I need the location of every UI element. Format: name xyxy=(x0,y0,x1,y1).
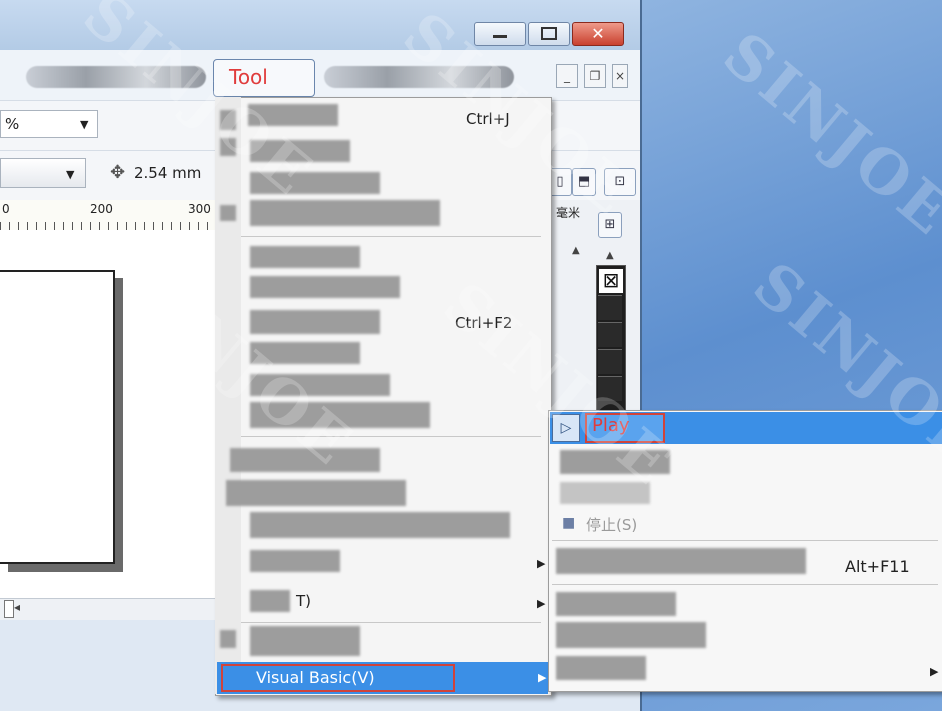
menu-item-blurred[interactable] xyxy=(250,626,360,656)
menu-icon-blurred xyxy=(220,138,236,156)
menu-item-visual-basic-label: Visual Basic(V) xyxy=(256,668,375,687)
menu-item-blurred[interactable] xyxy=(250,276,400,298)
minimize-button[interactable] xyxy=(474,22,526,46)
submenu-item-blurred[interactable] xyxy=(560,482,650,504)
shortcut-label: Ctrl+F2 xyxy=(455,314,513,332)
shortcut-label: Ctrl+J xyxy=(466,110,510,128)
page-tab-icon[interactable] xyxy=(4,600,14,618)
status-area xyxy=(0,620,215,711)
menu-separator xyxy=(241,622,541,623)
menu-item-blurred[interactable] xyxy=(250,342,360,364)
menu-item-blurred[interactable] xyxy=(26,66,206,88)
menu-item-blurred[interactable] xyxy=(226,480,406,506)
menu-item-blurred[interactable] xyxy=(324,66,514,88)
menu-item-blurred[interactable] xyxy=(250,172,380,194)
docker-icon[interactable]: ⊞ xyxy=(598,212,622,238)
menu-item-blurred[interactable] xyxy=(250,310,380,334)
menu-separator xyxy=(241,436,541,437)
chevron-down-icon: ▼ xyxy=(66,168,75,181)
submenu-item-blurred[interactable] xyxy=(556,622,706,648)
menu-item-blurred[interactable] xyxy=(250,374,390,396)
minimize-icon xyxy=(493,35,507,38)
ruler-ticks xyxy=(0,222,215,230)
mdi-close-button[interactable]: × xyxy=(612,64,628,88)
menu-item-blurred[interactable] xyxy=(250,590,290,612)
menu-item-blurred[interactable] xyxy=(250,550,340,572)
menu-tool-label: Tool xyxy=(229,65,268,89)
close-icon: ✕ xyxy=(591,24,605,43)
menu-item-blurred[interactable] xyxy=(250,402,430,428)
menu-separator xyxy=(241,236,541,237)
chevron-down-icon: ▼ xyxy=(80,118,89,131)
submenu-item-blurred[interactable] xyxy=(556,548,806,574)
menu-item-blurred[interactable] xyxy=(250,140,350,162)
color-swatch[interactable] xyxy=(598,349,622,374)
submenu-arrow-icon: ▶ xyxy=(537,597,546,610)
zoom-value: % xyxy=(5,115,20,133)
maximize-button[interactable] xyxy=(528,22,570,46)
ruler-unit-label: 毫米 xyxy=(556,206,581,220)
menu-item-partial-label: T) xyxy=(296,592,312,610)
palette-scroll-up-icon[interactable]: ▲ xyxy=(606,250,614,261)
menu-separator xyxy=(552,540,938,541)
menu-icon-gutter xyxy=(215,97,241,694)
submenu-item-blurred[interactable] xyxy=(556,592,676,616)
document-page xyxy=(0,270,115,564)
menu-icon-blurred xyxy=(220,630,236,648)
play-icon: ▷ xyxy=(552,414,580,442)
menu-item-blurred[interactable] xyxy=(230,448,380,472)
ruler-label: 300 xyxy=(188,202,211,216)
toolbar-icon[interactable]: ⬒ xyxy=(572,168,596,196)
menu-item-blurred[interactable] xyxy=(250,512,510,538)
close-button[interactable]: ✕ xyxy=(572,22,624,46)
menu-icon-blurred xyxy=(220,110,236,130)
nudge-icon: ✥ xyxy=(110,162,126,183)
scroll-left-arrow-icon[interactable]: ◂ xyxy=(14,600,20,614)
menu-separator xyxy=(552,584,938,585)
menu-tool[interactable]: Tool xyxy=(213,59,315,97)
shortcut-label: Alt+F11 xyxy=(845,557,910,576)
ruler-label: 200 xyxy=(90,202,113,216)
submenu-arrow-icon: ▶ xyxy=(538,671,547,684)
stop-icon: ■ xyxy=(562,515,576,531)
mdi-minimize-button[interactable]: _ xyxy=(556,64,578,88)
ruler-label: 0 xyxy=(2,202,10,216)
color-swatch[interactable] xyxy=(598,322,622,347)
submenu-arrow-icon: ▶ xyxy=(537,557,546,570)
scroll-up-arrow-icon[interactable]: ▲ xyxy=(572,245,580,256)
no-fill-swatch-icon[interactable]: ⊠ xyxy=(598,268,624,294)
mdi-restore-button[interactable]: ❐ xyxy=(584,64,606,88)
menu-item-blurred[interactable] xyxy=(250,246,360,268)
submenu-item-blurred[interactable] xyxy=(560,450,670,474)
horizontal-scrollbar[interactable] xyxy=(0,598,215,621)
menu-icon-blurred xyxy=(220,205,236,221)
menu-item-blurred[interactable] xyxy=(250,200,440,226)
color-swatch[interactable] xyxy=(598,295,622,320)
submenu-arrow-icon: ▶ xyxy=(930,665,939,678)
menu-item-blurred[interactable] xyxy=(248,104,338,126)
submenu-item-blurred[interactable] xyxy=(556,656,646,680)
nudge-distance-input[interactable]: 2.54 mm xyxy=(134,164,201,182)
toolbar-icon[interactable]: ⊡ xyxy=(604,168,636,196)
submenu-item-stop-label: 停止(S) xyxy=(586,516,638,534)
submenu-item-play-label: Play xyxy=(592,415,630,436)
maximize-icon xyxy=(541,27,557,40)
color-swatch[interactable] xyxy=(598,376,622,401)
